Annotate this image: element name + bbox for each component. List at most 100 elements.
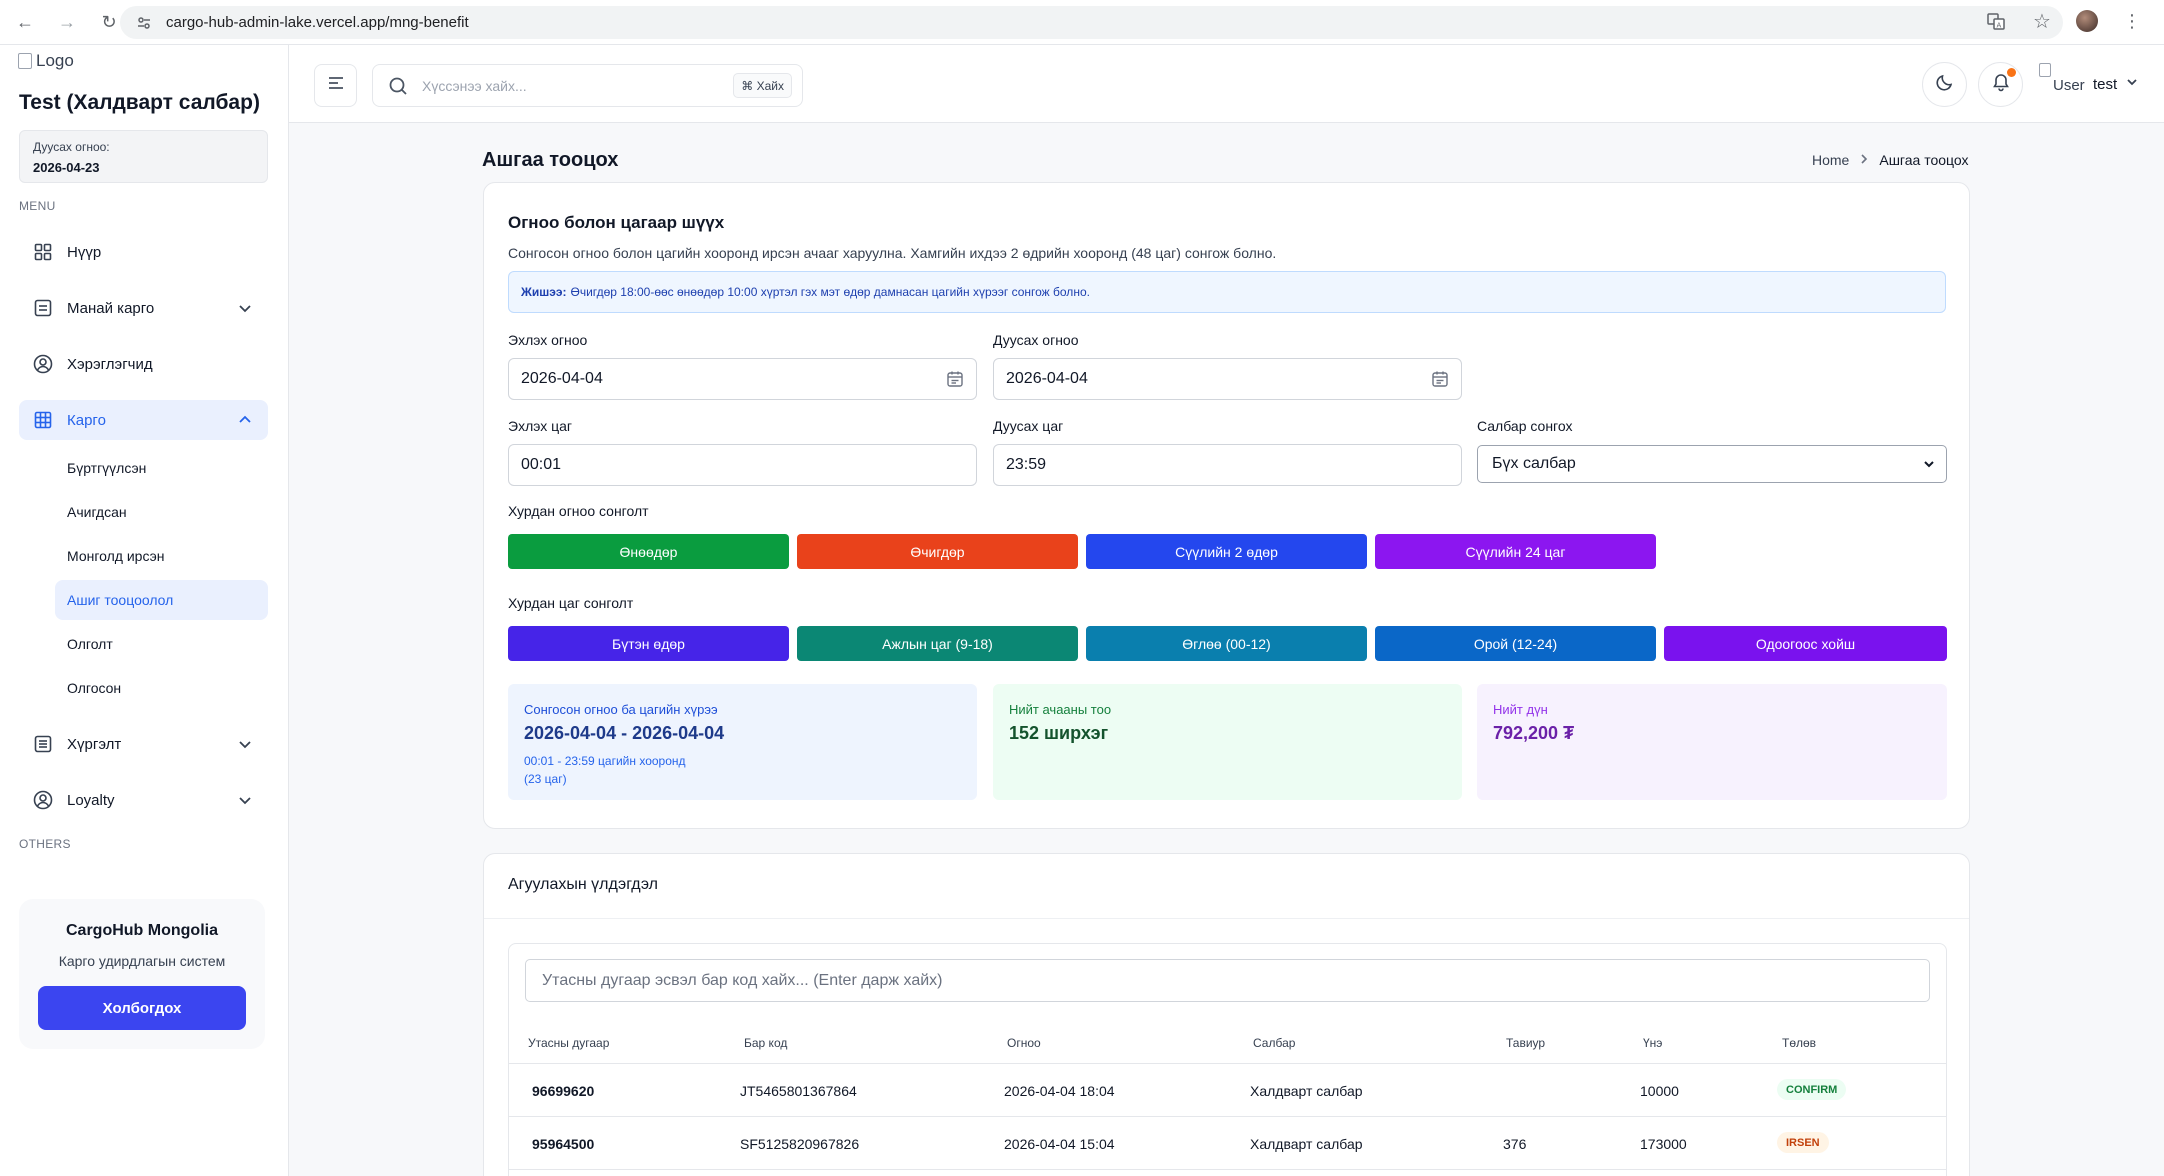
- forward-icon[interactable]: →: [56, 11, 78, 33]
- end-date-value: 2026-04-04: [1006, 370, 1088, 387]
- translate-icon[interactable]: A: [1984, 9, 2008, 33]
- divider: [484, 918, 1969, 919]
- total-stat: Нийт дүн 792,200 ₮: [1477, 684, 1947, 800]
- sidebar-item-label: Карго: [67, 411, 106, 429]
- address-bar[interactable]: cargo-hub-admin-lake.vercel.app/mng-bene…: [120, 6, 2063, 39]
- calendar-icon[interactable]: [1431, 370, 1449, 388]
- notification-dot: [2007, 68, 2016, 77]
- sidebar-subitem-loaded[interactable]: Ачигдсан: [55, 492, 268, 532]
- calendar-icon[interactable]: [946, 370, 964, 388]
- count-stat: Нийт ачааны тоо 152 ширхэг: [993, 684, 1462, 800]
- sidebar-item-my-cargo[interactable]: Манай карго: [19, 288, 268, 328]
- quick-date-yesterday-button[interactable]: Өчигдөр: [797, 534, 1078, 569]
- dark-mode-button[interactable]: [1922, 62, 1967, 107]
- column-header: Огноо: [1007, 1036, 1041, 1050]
- inventory-search-input[interactable]: Утасны дугаар эсвэл бар код хайх... (Ent…: [525, 959, 1930, 1002]
- more-menu-icon[interactable]: ⋮: [2120, 9, 2144, 33]
- table-row[interactable]: 95964500 SF5125820967826 2026-04-04 15:0…: [509, 1117, 1946, 1170]
- range-value: 2026-04-04 - 2026-04-04: [524, 723, 725, 743]
- quick-time-evening-button[interactable]: Орой (12-24): [1375, 626, 1656, 661]
- top-header: Хүссэнээ хайх... ⌘ Хайх User test: [289, 45, 2164, 123]
- count-value: 152 ширхэг: [1009, 723, 1109, 743]
- start-time-label: Эхлэх цаг: [508, 418, 573, 434]
- url-text[interactable]: cargo-hub-admin-lake.vercel.app/mng-bene…: [166, 14, 469, 31]
- promo-title: CargoHub Mongolia: [66, 922, 218, 939]
- profile-avatar[interactable]: [2076, 10, 2098, 32]
- sidebar-item-label: Нүүр: [67, 243, 102, 261]
- column-header: Үнэ: [1643, 1036, 1663, 1050]
- sidebar-item-label: Хүргэлт: [67, 735, 122, 753]
- search-icon: [388, 76, 408, 96]
- sidebar-item-label: Манай карго: [67, 299, 155, 317]
- inventory-search-placeholder: Утасны дугаар эсвэл бар код хайх... (Ent…: [542, 971, 943, 989]
- end-time-input[interactable]: 23:59: [993, 444, 1462, 486]
- reload-icon[interactable]: ↻: [98, 11, 120, 33]
- sidebar-item-home[interactable]: Нүүр: [19, 232, 268, 272]
- column-header: Төлөв: [1782, 1036, 1817, 1050]
- status-badge: IRSEN: [1777, 1132, 1829, 1153]
- bookmark-star-icon[interactable]: ☆: [2030, 9, 2054, 33]
- expire-value: 2026-04-23: [33, 160, 100, 175]
- sidebar-subitem-arrived[interactable]: Монголд ирсэн: [55, 536, 268, 576]
- global-search[interactable]: Хүссэнээ хайх... ⌘ Хайх: [372, 64, 803, 107]
- inventory-title: Агуулахын үлдэгдэл: [508, 876, 658, 893]
- page-title: Ашгаа тооцох: [482, 149, 619, 171]
- user-avatar[interactable]: User: [2039, 63, 2085, 94]
- site-settings-icon[interactable]: [136, 14, 154, 32]
- cell-date: 2026-04-04 15:04: [1004, 1136, 1115, 1152]
- chevron-down-icon: [236, 735, 254, 753]
- quick-date-today-button[interactable]: Өнөөдөр: [508, 534, 789, 569]
- quick-time-from-now-button[interactable]: Одоогоос хойш: [1664, 626, 1947, 661]
- range-stat: Сонгосон огноо ба цагийн хүрээ 2026-04-0…: [508, 684, 977, 800]
- total-value: 792,200 ₮: [1493, 723, 1575, 743]
- user-circle-icon: [33, 354, 53, 374]
- logo[interactable]: Logo: [18, 51, 74, 71]
- chevron-down-icon: [236, 791, 254, 809]
- branch-select[interactable]: Бүх салбар: [1477, 445, 1947, 483]
- quick-time-fullday-button[interactable]: Бүтэн өдөр: [508, 626, 789, 661]
- search-shortcut: ⌘ Хайх: [733, 73, 792, 98]
- quick-date-last2days-button[interactable]: Сүүлийн 2 өдөр: [1086, 534, 1367, 569]
- contact-button[interactable]: Холбогдох: [38, 986, 246, 1030]
- status-badge: CONFIRM: [1777, 1079, 1847, 1100]
- breadcrumb-home[interactable]: Home: [1812, 152, 1849, 168]
- back-icon[interactable]: ←: [14, 11, 36, 33]
- end-date-input[interactable]: 2026-04-04: [993, 358, 1462, 400]
- expire-label: Дуусах огноо:: [33, 140, 110, 154]
- quick-date-last24h-button[interactable]: Сүүлийн 24 цаг: [1375, 534, 1656, 569]
- start-date-input[interactable]: 2026-04-04: [508, 358, 977, 400]
- sidebar-item-loyalty[interactable]: Loyalty: [19, 780, 268, 820]
- sidebar-item-cargo[interactable]: Карго: [19, 400, 268, 440]
- range-hours: (23 цаг): [524, 772, 567, 786]
- filter-title: Огноо болон цагаар шүүх: [508, 213, 725, 232]
- quick-time-morning-button[interactable]: Өглөө (00-12): [1086, 626, 1367, 661]
- sidebar-subitem-handed[interactable]: Олгосон: [55, 668, 268, 708]
- table-header: Утасны дугаар Бар код Огноо Салбар Тавиу…: [509, 1019, 1946, 1064]
- others-section-label: OTHERS: [19, 837, 71, 851]
- cell-phone: 95964500: [532, 1136, 595, 1152]
- sidebar-subitem-profit[interactable]: Ашиг тооцоолол: [55, 580, 268, 620]
- quick-date-label: Хурдан огноо сонголт: [508, 503, 649, 519]
- hint-bold: Жишээ:: [521, 285, 567, 299]
- chevron-down-icon: [1922, 457, 1936, 471]
- sidebar-subitem-registered[interactable]: Бүртгүүлсэн: [55, 448, 268, 488]
- sidebar-item-users[interactable]: Хэрэглэгчид: [19, 344, 268, 384]
- cell-shelf: 376: [1503, 1136, 1527, 1152]
- cell-price: 173000: [1640, 1136, 1687, 1152]
- total-label: Нийт дүн: [1493, 702, 1548, 717]
- grid-icon: [33, 242, 53, 262]
- column-header: Утасны дугаар: [528, 1036, 610, 1050]
- sidebar-item-delivery[interactable]: Хүргэлт: [19, 724, 268, 764]
- cell-barcode: SF5125820967826: [740, 1136, 860, 1152]
- user-menu[interactable]: test: [2093, 75, 2139, 93]
- end-time-value: 23:59: [1006, 456, 1047, 473]
- column-header: Тавиур: [1506, 1036, 1546, 1050]
- chevron-down-icon: [236, 299, 254, 317]
- start-time-value: 00:01: [521, 456, 562, 473]
- start-time-input[interactable]: 00:01: [508, 444, 977, 486]
- quick-time-workhours-button[interactable]: Ажлын цаг (9-18): [797, 626, 1078, 661]
- sidebar-toggle-button[interactable]: [314, 64, 357, 107]
- table-row[interactable]: 96699620 JT5465801367864 2026-04-04 18:0…: [509, 1064, 1946, 1117]
- notifications-button[interactable]: [1978, 62, 2023, 107]
- sidebar-subitem-handout[interactable]: Олголт: [55, 624, 268, 664]
